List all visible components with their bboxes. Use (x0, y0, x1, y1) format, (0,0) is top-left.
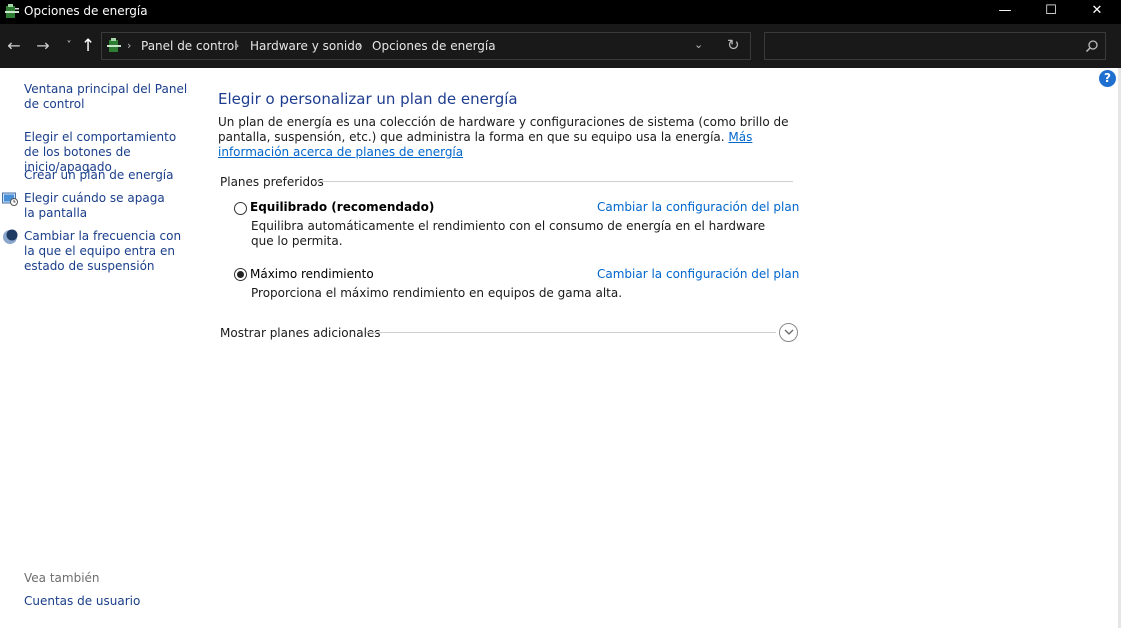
intro-description: Un plan de energía es una colección de h… (218, 115, 789, 144)
search-input[interactable] (764, 32, 1106, 60)
sidebar-link-control-panel-home[interactable]: Ventana principal del Panel de control (24, 82, 194, 112)
sidebar-link-display-off[interactable]: Elegir cuándo se apaga la pantalla (24, 191, 174, 221)
sleep-moon-icon (3, 229, 18, 244)
breadcrumb-panel-de-control[interactable]: Panel de control (141, 39, 238, 53)
plan-max-performance-change-link[interactable]: Cambiar la configuración del plan (597, 267, 799, 281)
sidebar-link-sleep-settings[interactable]: Cambiar la frecuencia con la que el equi… (24, 229, 189, 274)
see-also-label: Vea también (24, 571, 100, 585)
title-bar: Opciones de energía — ☐ ✕ (0, 0, 1121, 24)
forward-button[interactable]: → (33, 36, 53, 56)
plan-max-performance-description: Proporciona el máximo rendimiento en equ… (251, 286, 623, 300)
up-button[interactable]: ↑ (78, 36, 98, 56)
plan-max-performance-radio[interactable] (234, 268, 247, 281)
close-button[interactable]: ✕ (1074, 0, 1120, 24)
show-additional-plans-label[interactable]: Mostrar planes adicionales (220, 326, 381, 340)
expand-additional-plans-button[interactable] (779, 323, 798, 342)
refresh-icon[interactable]: ↻ (727, 36, 740, 54)
sidebar-link-create-plan[interactable]: Crear un plan de energía (24, 168, 194, 183)
maximize-button[interactable]: ☐ (1028, 0, 1074, 24)
back-button[interactable]: ← (4, 36, 24, 56)
page-title: Elegir o personalizar un plan de energía (218, 90, 518, 108)
breadcrumb-hardware-y-sonido[interactable]: Hardware y sonido (250, 39, 362, 53)
plan-balanced-description: Equilibra automáticamente el rendimiento… (251, 219, 766, 248)
divider (316, 181, 793, 182)
navigation-bar: ← → ˅ ↑ › Panel de control › Hardware y … (0, 24, 1121, 68)
help-icon[interactable]: ? (1099, 70, 1116, 87)
power-options-icon (5, 4, 19, 18)
minimize-button[interactable]: — (982, 0, 1028, 24)
window-title: Opciones de energía (24, 4, 148, 18)
address-bar[interactable]: › Panel de control › Hardware y sonido ›… (101, 32, 751, 60)
plan-balanced-radio[interactable] (234, 202, 247, 215)
preferred-plans-label: Planes preferidos (220, 175, 324, 189)
left-pane: Ventana principal del Panel de control E… (0, 68, 200, 628)
radio-selected-dot (237, 271, 244, 278)
breadcrumb-separator: › (235, 39, 240, 52)
user-accounts-link[interactable]: Cuentas de usuario (24, 594, 140, 608)
address-dropdown-icon[interactable]: ⌄ (694, 38, 703, 51)
recent-locations-button[interactable]: ˅ (59, 36, 79, 56)
breadcrumb-opciones-de-energia[interactable]: Opciones de energía (372, 39, 496, 53)
plan-balanced-name[interactable]: Equilibrado (recomendado) (250, 200, 434, 214)
chevron-down-icon (784, 329, 794, 335)
plan-max-performance-name[interactable]: Máximo rendimiento (250, 267, 374, 281)
search-icon[interactable] (1085, 39, 1099, 53)
divider (366, 332, 776, 333)
plan-balanced-change-link[interactable]: Cambiar la configuración del plan (597, 200, 799, 214)
breadcrumb-separator: › (357, 39, 362, 52)
intro-text: Un plan de energía es una colección de h… (218, 115, 808, 160)
breadcrumb-separator: › (127, 39, 132, 52)
control-panel-icon (107, 38, 121, 52)
display-icon (2, 192, 18, 206)
